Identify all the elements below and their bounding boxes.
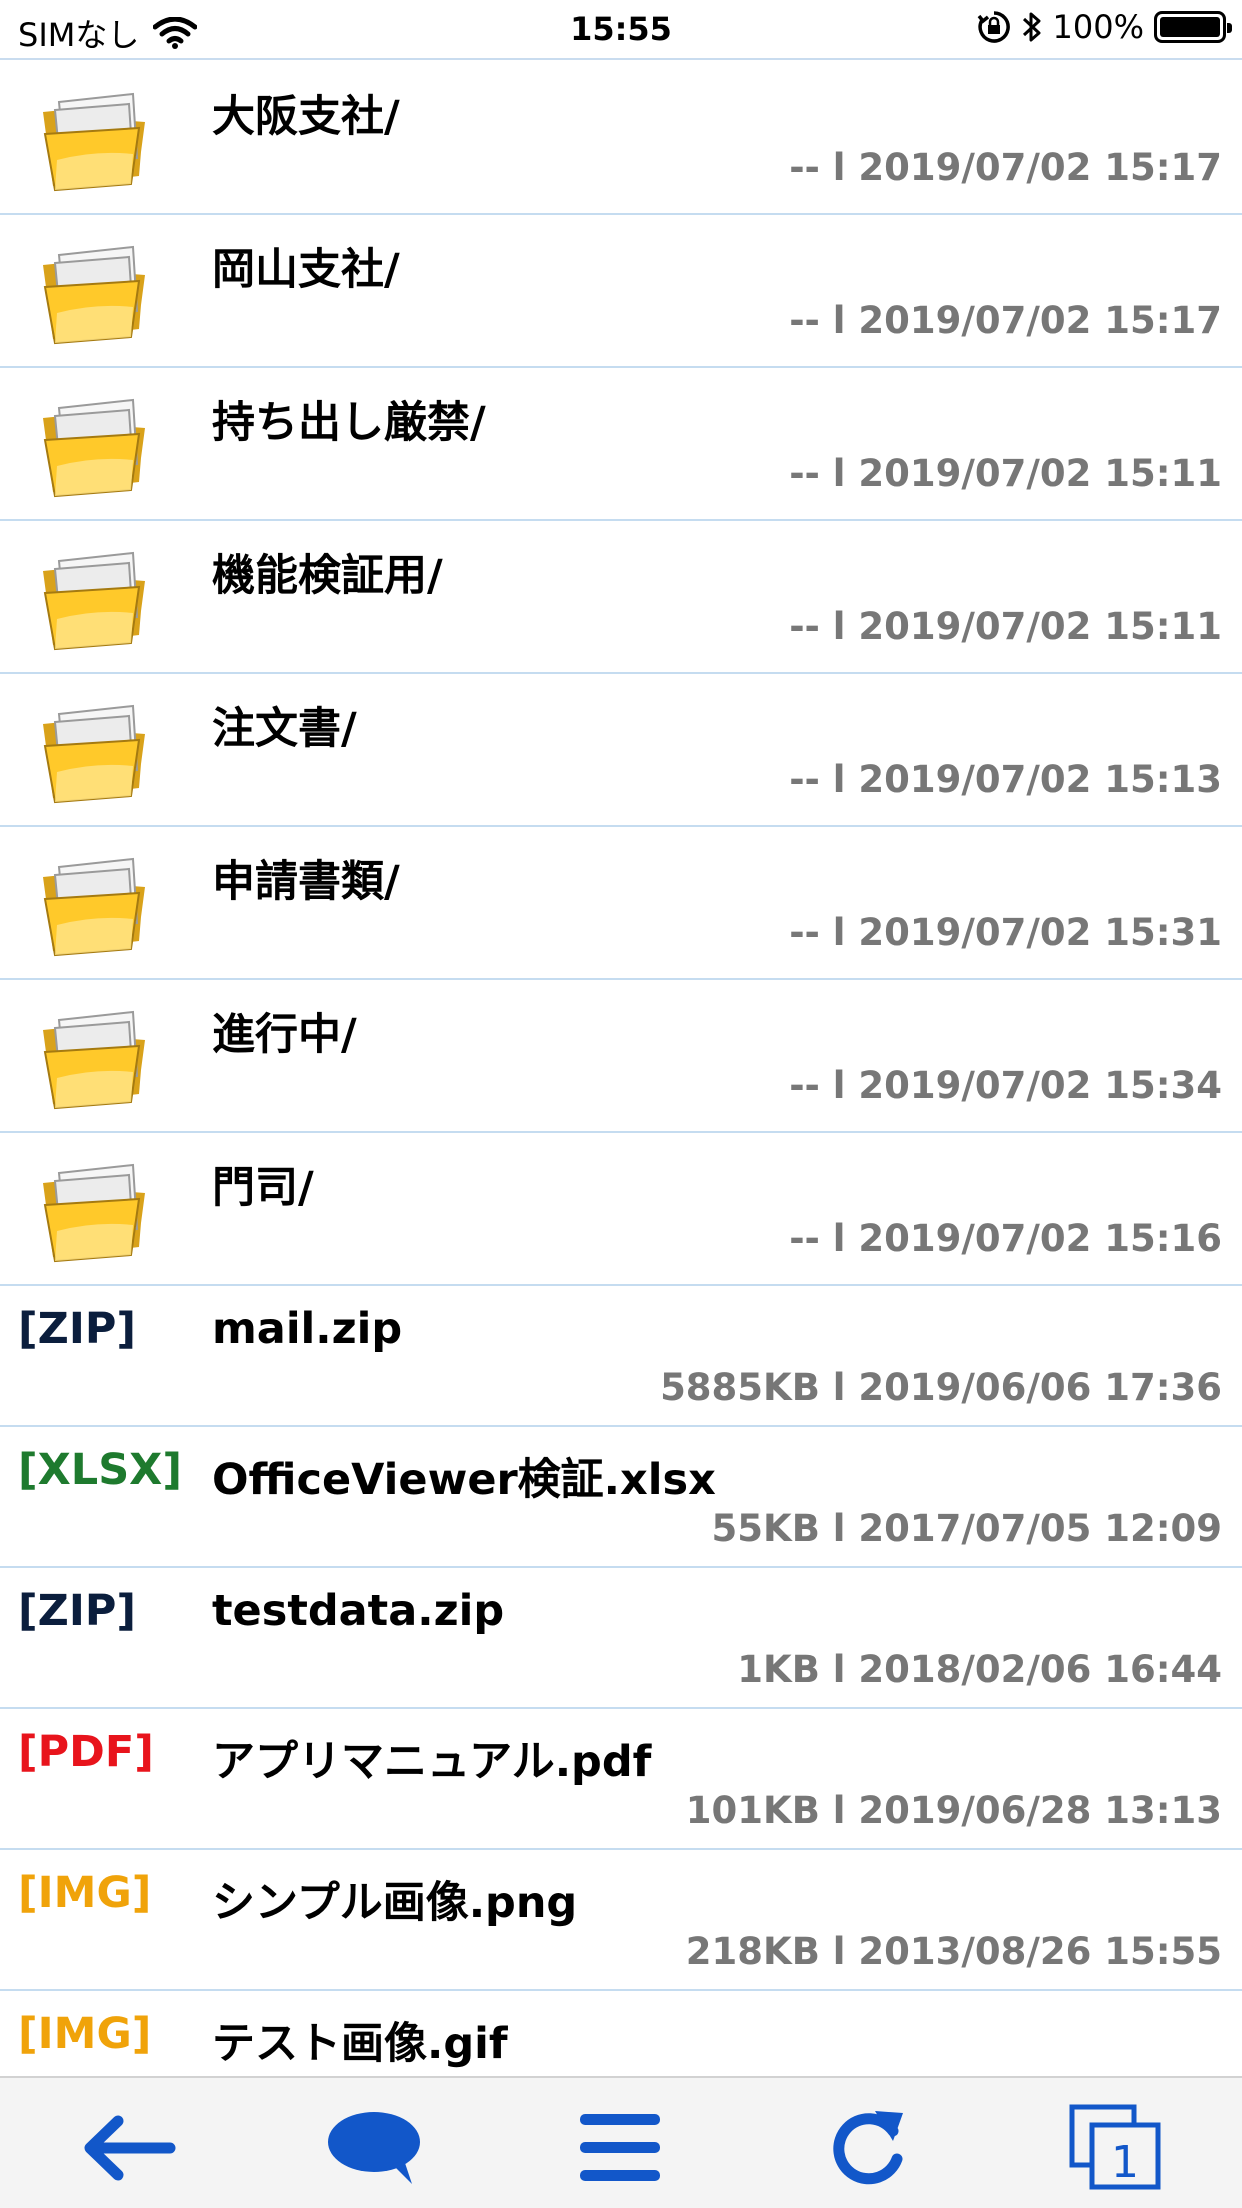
folder-row[interactable]: 進行中/ -- l 2019/07/02 15:34 — [0, 980, 1242, 1133]
file-type-badge: [IMG] — [18, 1868, 152, 1918]
file-list: 大阪支社/ -- l 2019/07/02 15:17 岡山支社/ -- l 2… — [0, 62, 1242, 2132]
folder-icon — [43, 857, 145, 957]
folder-meta: -- l 2019/07/02 15:11 — [789, 605, 1222, 648]
folder-row[interactable]: 持ち出し厳禁/ -- l 2019/07/02 15:11 — [0, 368, 1242, 521]
folder-row[interactable]: 大阪支社/ -- l 2019/07/02 15:17 — [0, 62, 1242, 215]
battery-icon — [1154, 11, 1232, 43]
folder-name: 岡山支社/ — [212, 245, 400, 295]
file-row[interactable]: [IMG] シンプル画像.png 218KB l 2013/08/26 15:5… — [0, 1850, 1242, 1991]
file-type-badge: [ZIP] — [18, 1586, 136, 1636]
orientation-lock-icon — [977, 11, 1010, 43]
status-right: 100% — [977, 8, 1232, 46]
back-button[interactable] — [58, 2098, 198, 2198]
folder-icon — [43, 398, 145, 498]
chat-button[interactable] — [304, 2098, 444, 2198]
file-row[interactable]: [XLSX] OfficeViewer検証.xlsx 55KB l 2017/0… — [0, 1427, 1242, 1568]
folder-icon — [43, 1010, 145, 1110]
file-type-badge: [XLSX] — [18, 1445, 182, 1495]
file-type-badge: [ZIP] — [18, 1304, 136, 1354]
folder-name: 大阪支社/ — [212, 92, 400, 142]
folder-icon — [43, 1163, 145, 1263]
reload-button[interactable] — [798, 2098, 938, 2198]
folder-name: 進行中/ — [212, 1010, 357, 1060]
status-bar: SIMなし 15:55 100% — [0, 0, 1242, 60]
folder-icon — [43, 704, 145, 804]
chat-bubble-icon — [328, 2112, 420, 2184]
file-row[interactable]: [PDF] アプリマニュアル.pdf 101KB l 2019/06/28 13… — [0, 1709, 1242, 1850]
file-row[interactable]: [ZIP] testdata.zip 1KB l 2018/02/06 16:4… — [0, 1568, 1242, 1709]
folder-meta: -- l 2019/07/02 15:13 — [789, 758, 1222, 801]
file-row[interactable]: [ZIP] mail.zip 5885KB l 2019/06/06 17:36 — [0, 1286, 1242, 1427]
folder-meta: -- l 2019/07/02 15:16 — [789, 1217, 1222, 1260]
menu-icon — [580, 2114, 660, 2181]
folder-name: 門司/ — [212, 1163, 314, 1213]
file-meta: 5885KB l 2019/06/06 17:36 — [660, 1366, 1222, 1409]
tabs-count: 1 — [1111, 2137, 1139, 2188]
file-meta: 55KB l 2017/07/05 12:09 — [711, 1507, 1222, 1550]
folder-icon — [43, 551, 145, 651]
folder-meta: -- l 2019/07/02 15:31 — [789, 911, 1222, 954]
reload-icon — [833, 2111, 903, 2185]
folder-meta: -- l 2019/07/02 15:17 — [789, 146, 1222, 189]
menu-button[interactable] — [550, 2098, 690, 2198]
folder-name: 持ち出し厳禁/ — [212, 398, 486, 448]
file-name: テスト画像.gif — [212, 2019, 508, 2069]
file-name: シンプル画像.png — [212, 1878, 578, 1928]
tabs-button[interactable]: 1 — [1046, 2098, 1186, 2198]
bottom-toolbar: 1 — [0, 2076, 1242, 2208]
file-meta: 218KB l 2013/08/26 15:55 — [685, 1930, 1222, 1973]
folder-meta: -- l 2019/07/02 15:34 — [789, 1064, 1222, 1107]
file-type-badge: [PDF] — [18, 1727, 154, 1777]
folder-row[interactable]: 注文書/ -- l 2019/07/02 15:13 — [0, 674, 1242, 827]
file-type-badge: [IMG] — [18, 2009, 152, 2059]
bluetooth-icon — [1022, 12, 1041, 42]
folder-row[interactable]: 機能検証用/ -- l 2019/07/02 15:11 — [0, 521, 1242, 674]
file-name: OfficeViewer検証.xlsx — [212, 1455, 716, 1505]
folder-icon — [43, 245, 145, 345]
battery-percent: 100% — [1052, 8, 1144, 46]
folder-row[interactable]: 岡山支社/ -- l 2019/07/02 15:17 — [0, 215, 1242, 368]
folder-meta: -- l 2019/07/02 15:17 — [789, 299, 1222, 342]
folder-name: 注文書/ — [212, 704, 357, 754]
folder-icon — [43, 92, 145, 192]
back-arrow-icon — [84, 2115, 176, 2181]
file-name: testdata.zip — [212, 1586, 505, 1636]
file-meta: 101KB l 2019/06/28 13:13 — [685, 1789, 1222, 1832]
folder-name: 申請書類/ — [212, 857, 400, 907]
tabs-icon: 1 — [1069, 2104, 1161, 2190]
file-meta: 1KB l 2018/02/06 16:44 — [737, 1648, 1222, 1691]
folder-meta: -- l 2019/07/02 15:11 — [789, 452, 1222, 495]
file-name: アプリマニュアル.pdf — [212, 1737, 652, 1787]
folder-row[interactable]: 申請書類/ -- l 2019/07/02 15:31 — [0, 827, 1242, 980]
folder-row[interactable]: 門司/ -- l 2019/07/02 15:16 — [0, 1133, 1242, 1286]
file-name: mail.zip — [212, 1304, 403, 1354]
folder-name: 機能検証用/ — [212, 551, 443, 601]
